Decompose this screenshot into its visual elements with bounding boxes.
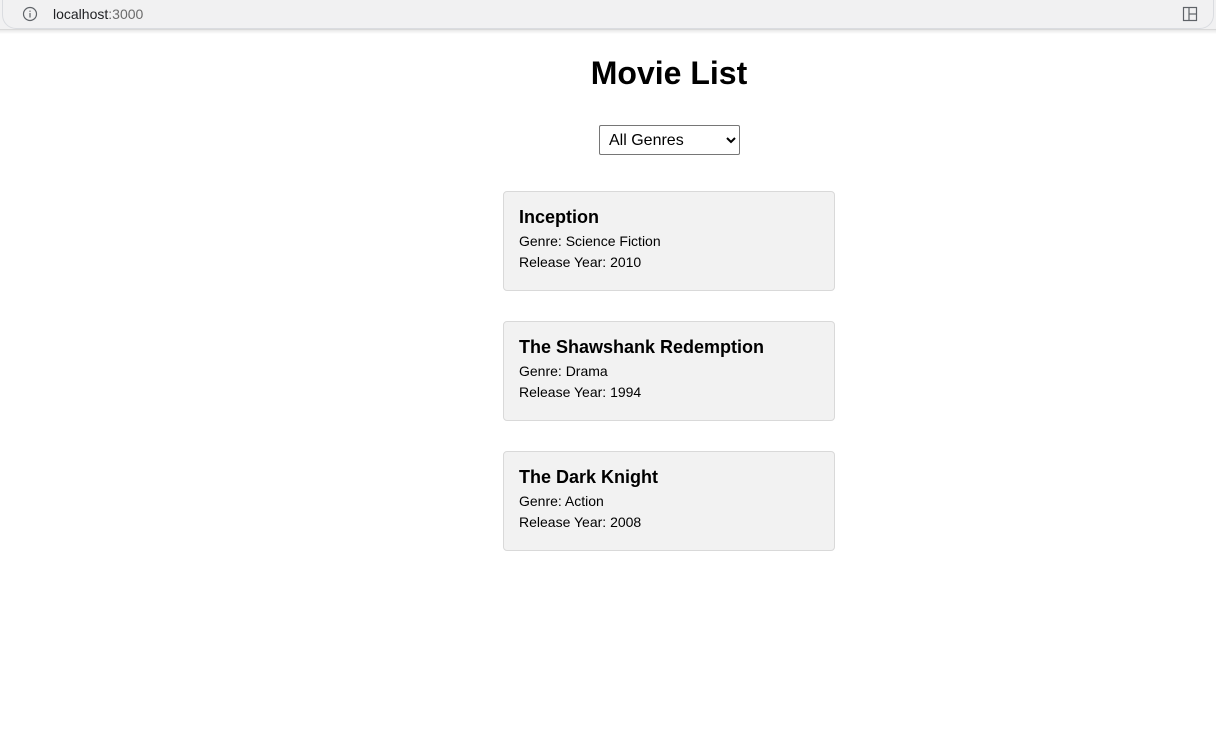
movie-card: The Shawshank Redemption Genre: Drama Re… <box>503 321 835 421</box>
browser-toolbar: localhost:3000 <box>0 0 1216 30</box>
movie-card: Inception Genre: Science Fiction Release… <box>503 191 835 291</box>
movie-genre: Genre: Science Fiction <box>519 233 661 249</box>
url-host: localhost <box>53 6 109 22</box>
movie-title: The Dark Knight <box>519 467 659 487</box>
movie-card: The Dark Knight Genre: Action Release Ye… <box>503 451 835 551</box>
url-port: :3000 <box>108 6 144 22</box>
movie-genre: Genre: Drama <box>519 363 608 379</box>
toolbar-shadow <box>0 30 1216 34</box>
page-title: Movie List <box>590 55 748 91</box>
movie-release-year: Release Year: 2008 <box>519 514 642 530</box>
address-bar[interactable]: localhost:3000 <box>2 0 1214 29</box>
movie-title: The Shawshank Redemption <box>519 337 765 357</box>
url-text[interactable]: localhost:3000 <box>53 6 143 22</box>
movie-genre: Genre: Action <box>519 493 604 509</box>
movie-release-year: Release Year: 1994 <box>519 384 642 400</box>
movie-title: Inception <box>519 207 599 227</box>
info-icon[interactable] <box>22 6 38 22</box>
split-view-icon[interactable] <box>1182 6 1198 22</box>
genre-filter-select[interactable]: All Genres <box>599 125 740 155</box>
movie-release-year: Release Year: 2010 <box>519 254 642 270</box>
